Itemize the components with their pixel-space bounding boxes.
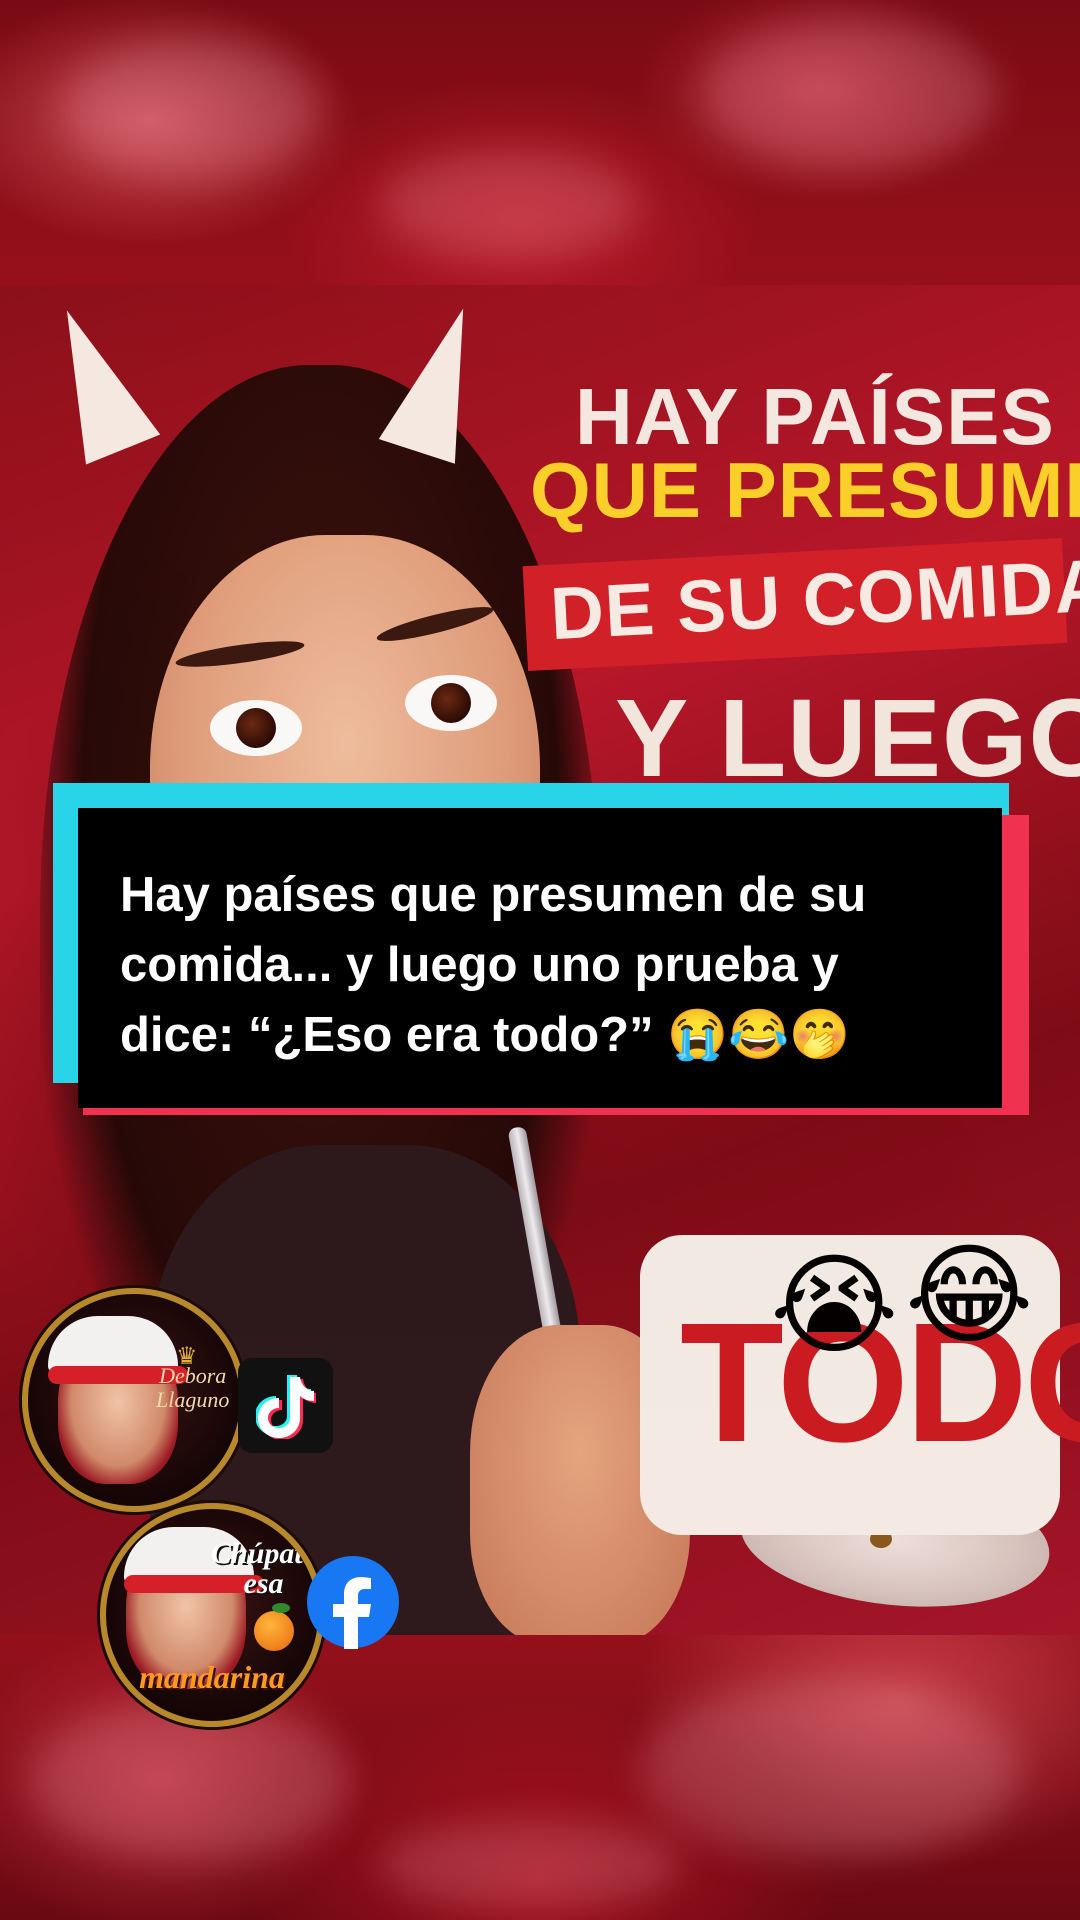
laughing-emoji: 😂 [905,1231,1034,1359]
profile-badge-mandarina[interactable]: Chúpate esa mandarina [100,1503,324,1727]
badge-name-line-1: Debora [159,1363,227,1388]
crying-emoji: 😭 [770,1241,899,1369]
left-eye [210,700,302,756]
badge-name: Debora Llaguno [156,1364,229,1412]
brand-title: Chúpate esa [211,1539,316,1599]
caption-text: Hay países que presumen de su comida... … [120,868,867,1062]
right-horn [378,296,502,464]
tiktok-icon[interactable] [238,1358,333,1453]
facebook-icon[interactable] [306,1555,400,1649]
brand-line-2: esa [243,1567,284,1600]
caption-box: Hay países que presumen de su comida... … [78,808,1002,1108]
brand-line-3: mandarina [139,1659,285,1695]
badge-name-line-2: Llaguno [156,1387,230,1412]
left-horn [29,295,161,465]
profile-badge-debora[interactable]: ♛ Debora Llaguno [22,1288,246,1512]
poster-line-2: QUE PRESUMEN [530,446,1080,534]
orange-icon [254,1611,294,1651]
brand-line-1: Chúpate [211,1537,317,1570]
right-eye [405,675,497,731]
leaf-icon [272,1603,290,1613]
